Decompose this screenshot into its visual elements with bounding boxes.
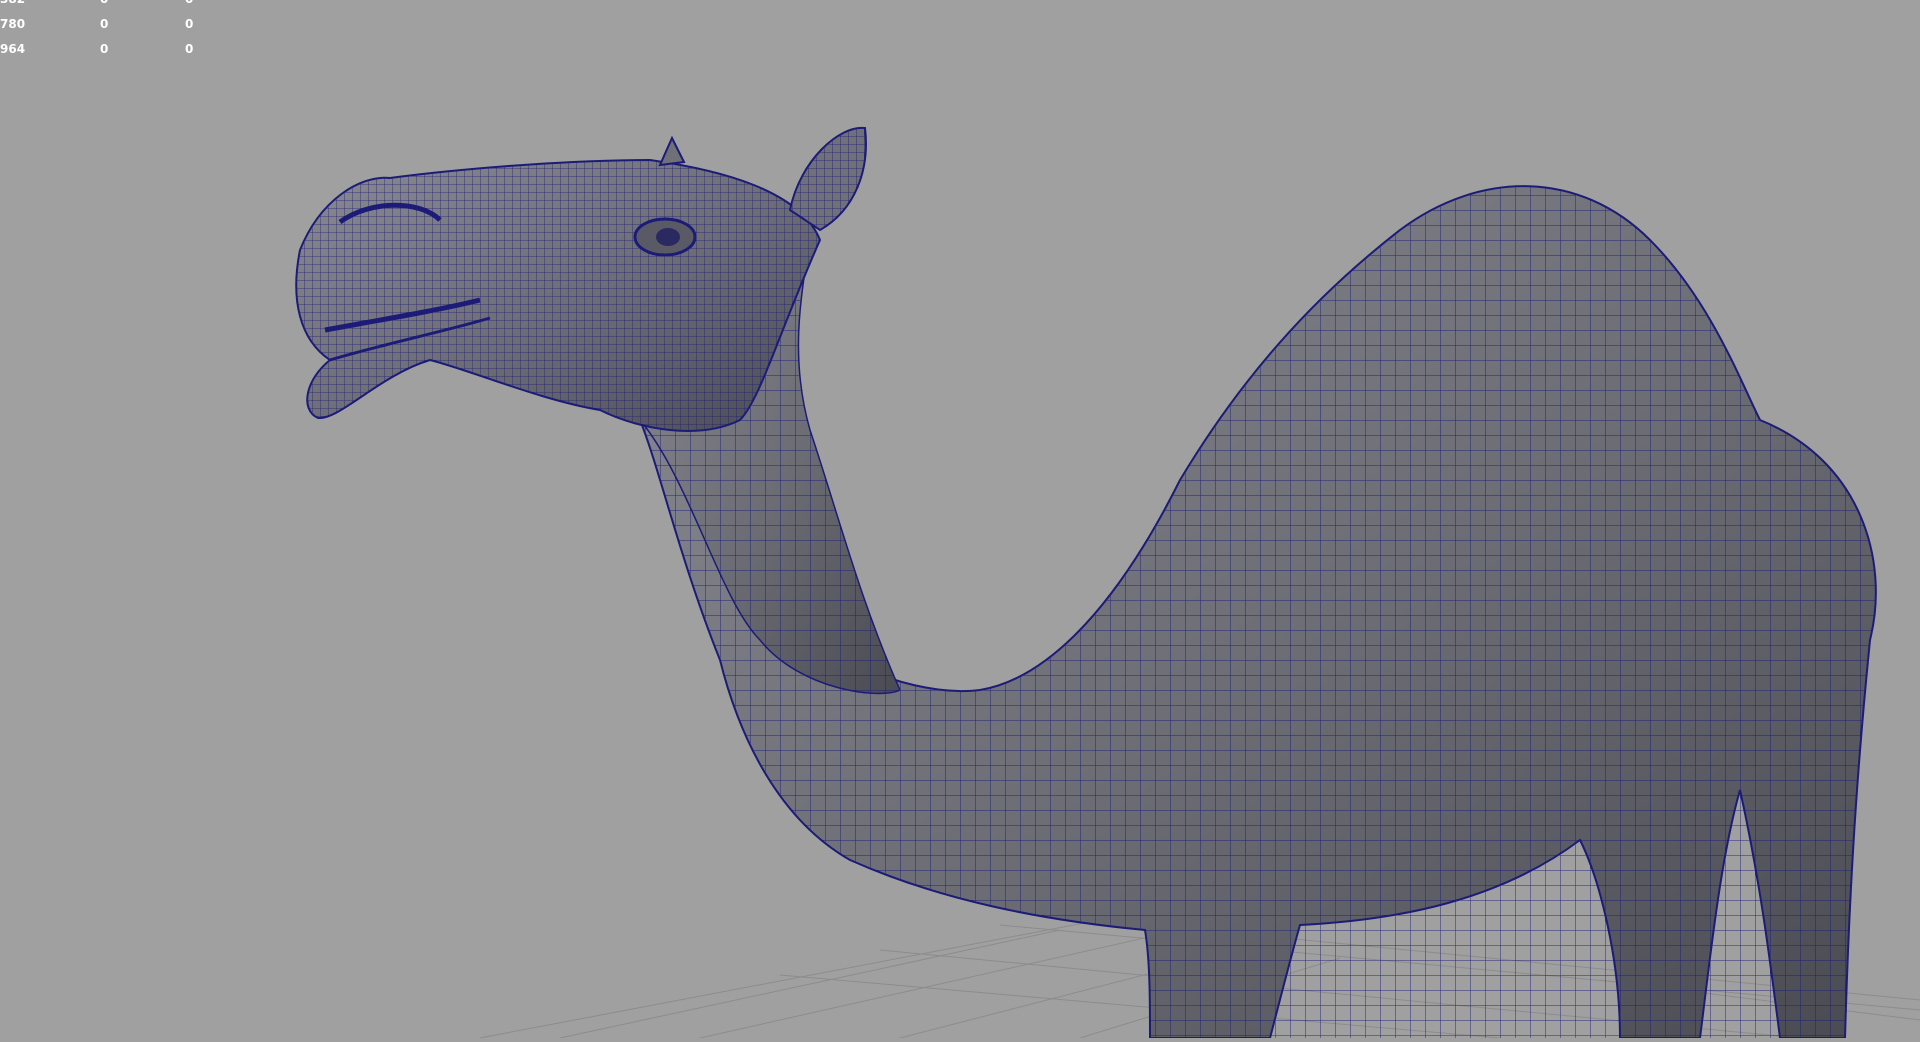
- camel-mesh: [295, 126, 1877, 1039]
- hud-value: 0: [185, 0, 193, 6]
- 3d-viewport[interactable]: [0, 0, 1920, 1039]
- hud-value: 0: [100, 42, 109, 56]
- hud-value: 780: [0, 17, 26, 31]
- hud-value: 0: [185, 17, 194, 31]
- hud-value: 0: [100, 0, 108, 6]
- hud-value: 0: [185, 42, 194, 56]
- hud-value: 964: [0, 42, 26, 56]
- hud-value: 0: [100, 17, 109, 31]
- hud-value: 382: [0, 0, 25, 6]
- viewport-canvas[interactable]: [0, 0, 1920, 1039]
